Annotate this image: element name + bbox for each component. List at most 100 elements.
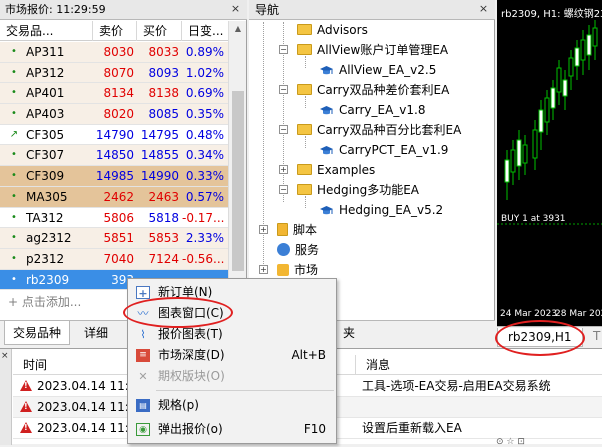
candlestick-plot	[497, 20, 602, 225]
tree-label: Examples	[317, 163, 376, 177]
folder-icon	[297, 44, 312, 55]
chart-tab-rb2309[interactable]: rb2309,H1	[497, 328, 583, 347]
tree-item-hedging-ea[interactable]: Hedging_EA_v5.2	[319, 200, 443, 220]
journal-message: 设置后重新载入EA	[362, 421, 462, 435]
tab-details[interactable]: 详细	[76, 321, 116, 345]
menu-item-popup-prices[interactable]: ◉ 弹出报价(o) F10	[128, 419, 336, 440]
column-bid[interactable]: 卖价	[93, 21, 137, 41]
collapse-icon[interactable]: −	[279, 125, 288, 134]
table-row[interactable]: • AP312 8070 8093 1.02%	[0, 62, 228, 84]
journal-message	[362, 397, 602, 417]
ask-cell: 14795	[140, 127, 179, 142]
tree-label: Hedging_EA_v5.2	[339, 203, 444, 217]
chart-tab-bar: rb2309,H1 T	[497, 326, 602, 347]
table-row[interactable]: • MA305 2462 2463 0.57%	[0, 186, 228, 208]
tab-symbols[interactable]: 交易品种	[4, 321, 71, 345]
change-cell: 0.34%	[185, 148, 224, 163]
table-row[interactable]: ↗ CF305 14790 14795 0.48%	[0, 125, 228, 146]
market-bag-icon	[277, 263, 289, 276]
expand-icon[interactable]: +	[259, 225, 268, 234]
table-row[interactable]: • TA312 5806 5818 -0.17...	[0, 208, 228, 229]
symbol-cell: AP311	[26, 45, 65, 59]
tree-item-scripts[interactable]: 脚本	[277, 220, 317, 240]
change-cell: 0.57%	[185, 189, 224, 204]
ask-cell: 8093	[148, 65, 179, 80]
tree-item-market[interactable]: 市场	[277, 260, 318, 280]
menu-item-tick-chart[interactable]: ⌇ 报价图表(T)	[128, 324, 336, 345]
collapse-icon[interactable]: −	[279, 85, 288, 94]
expand-icon[interactable]: +	[279, 165, 288, 174]
warning-icon	[20, 380, 32, 391]
column-ask[interactable]: 买价	[137, 21, 182, 41]
bid-cell: 7040	[103, 251, 134, 266]
buy-position-label: BUY 1 at 3931	[501, 214, 566, 224]
tab-favorites-fragment[interactable]: 夹	[335, 321, 363, 345]
ask-cell: 8033	[148, 45, 179, 59]
bid-cell: 8134	[103, 86, 134, 101]
tree-label: Advisors	[317, 23, 368, 37]
scrollbar-thumb[interactable]	[232, 91, 244, 271]
column-symbol[interactable]: 交易品...	[0, 21, 93, 41]
tree-item-examples[interactable]: Examples	[297, 160, 375, 180]
table-row[interactable]: • CF309 14985 14990 0.33%	[0, 166, 228, 187]
menu-label: 新订单(N)	[158, 285, 213, 299]
tree-item-allview-ea[interactable]: AllView_EA_v2.5	[319, 60, 436, 80]
menu-item-specification[interactable]: ▤ 规格(p)	[128, 395, 336, 416]
new-order-icon: +	[136, 286, 150, 300]
menu-item-chart-window[interactable]: 〰 图表窗口(C)	[128, 303, 336, 324]
change-cell: 0.35%	[185, 107, 224, 122]
table-row[interactable]: • AP401 8134 8138 0.69%	[0, 83, 228, 105]
expert-advisor-icon	[320, 205, 333, 214]
menu-item-options-board[interactable]: ✕ 期权版块(O)	[128, 366, 336, 387]
menu-label: 弹出报价(o)	[158, 422, 223, 436]
tree-item-carrypct-ea[interactable]: CarryPCT_EA_v1.9	[319, 140, 448, 160]
ask-cell: 5853	[148, 231, 179, 246]
scroll-up-icon[interactable]: ▲	[229, 21, 247, 37]
tree-item-services[interactable]: 服务	[277, 240, 319, 260]
chart-tab-fragment[interactable]: T	[593, 329, 600, 343]
symbol-cell: CF305	[26, 127, 65, 142]
navigator-title: 导航	[249, 0, 495, 20]
bid-cell: 5806	[103, 210, 134, 225]
table-row[interactable]: • p2312 7040 7124 -0.56...	[0, 248, 228, 270]
depth-of-market-icon: ≡	[136, 349, 150, 362]
bid-cell: 5851	[103, 231, 134, 246]
tree-label: Carry_EA_v1.8	[339, 103, 426, 117]
tree-item-carry-folder[interactable]: Carry双品种差价套利EA	[297, 80, 449, 100]
market-watch-header: 交易品... 卖价 买价 日变...	[0, 21, 228, 41]
tree-item-carry-ea[interactable]: Carry_EA_v1.8	[319, 100, 425, 120]
tree-item-advisors[interactable]: Advisors	[297, 20, 368, 40]
tree-item-allview-folder[interactable]: AllView账户订单管理EA	[297, 40, 448, 60]
tree-label: 脚本	[293, 223, 318, 237]
change-cell: 2.33%	[185, 231, 224, 246]
menu-separator	[156, 390, 334, 391]
menu-item-depth-of-market[interactable]: ≡ 市场深度(D) Alt+B	[128, 345, 336, 366]
ask-cell: 5818	[148, 210, 179, 225]
bid-cell: 8020	[103, 107, 134, 122]
collapse-icon[interactable]: −	[279, 45, 288, 54]
price-chart[interactable]: rb2309, H1: 螺纹钢2309 BUY 1 at 3931 24 Mar…	[497, 0, 602, 326]
toolbox-close-icon[interactable]: ×	[1, 351, 9, 361]
tree-label: AllView_EA_v2.5	[339, 63, 437, 77]
tree-item-hedging-folder[interactable]: Hedging多功能EA	[297, 180, 419, 200]
tree-label: Carry双品种百分比套利EA	[317, 123, 462, 137]
tree-label: Carry双品种差价套利EA	[317, 83, 450, 97]
column-message[interactable]: 消息	[356, 355, 602, 375]
market-watch-scrollbar[interactable]: ▲ ▼	[228, 21, 246, 319]
folder-icon	[297, 24, 312, 35]
table-row[interactable]: • ag2312 5851 5853 2.33%	[0, 228, 228, 249]
navigator-close-icon[interactable]: ×	[477, 3, 490, 16]
column-daily-change[interactable]: 日变...	[182, 21, 228, 41]
table-row[interactable]: • AP311 8030 8033 0.89%	[0, 42, 228, 63]
symbol-cell: CF309	[26, 169, 65, 184]
tree-item-carrypct-folder[interactable]: Carry双品种百分比套利EA	[297, 120, 461, 140]
market-watch-title: 市场报价: 11:29:59	[0, 0, 247, 20]
collapse-icon[interactable]: −	[279, 185, 288, 194]
table-row[interactable]: • CF307 14850 14855 0.34%	[0, 145, 228, 167]
menu-item-new-order[interactable]: + 新订单(N)	[128, 282, 336, 303]
market-watch-close-icon[interactable]: ×	[229, 3, 242, 16]
table-row[interactable]: • AP403 8020 8085 0.35%	[0, 104, 228, 125]
expand-icon[interactable]: +	[259, 265, 268, 274]
bid-cell: 14790	[95, 127, 134, 142]
bid-cell: 8070	[103, 65, 134, 80]
